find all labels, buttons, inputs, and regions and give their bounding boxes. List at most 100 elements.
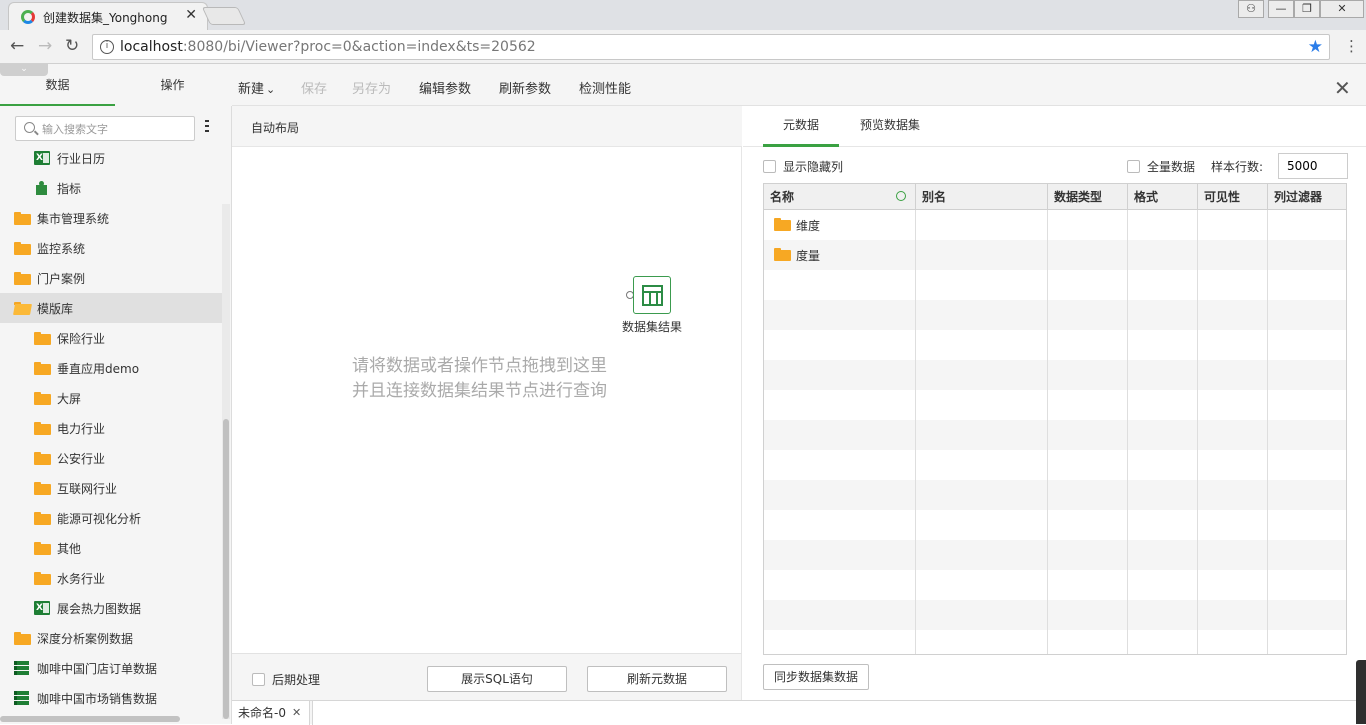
excel-icon: X	[34, 151, 50, 165]
tree-item[interactable]: 门户案例	[0, 263, 222, 293]
table-row[interactable]	[764, 480, 1346, 510]
column-header-alias[interactable]: 别名	[916, 184, 1048, 210]
column-header-filter[interactable]: 列过滤器	[1268, 184, 1346, 210]
tab-metadata[interactable]: 元数据	[763, 106, 839, 147]
browser-tab[interactable]: 创建数据集_Yonghong ✕	[8, 2, 208, 30]
left-panel: 数据 操作 ⌄ X行业日历指标集市管理系统监控系统门户案例模版库保险行业垂直应用…	[0, 64, 232, 724]
scrollbar-thumb[interactable]	[223, 419, 229, 719]
sync-dataset-button[interactable]: 同步数据集数据	[763, 664, 869, 690]
column-search-icon[interactable]	[896, 191, 906, 201]
table-row-folder[interactable]: 维度	[764, 210, 914, 240]
tree-item-label: 保险行业	[57, 332, 106, 346]
tree-item[interactable]: 垂直应用demo	[0, 353, 222, 383]
folder-icon	[34, 362, 51, 375]
tree-item[interactable]: 电力行业	[0, 413, 222, 443]
back-icon[interactable]: ←	[10, 36, 24, 56]
bookmark-star-icon[interactable]: ★	[1308, 37, 1323, 57]
table-row[interactable]	[764, 300, 1346, 330]
refresh-metadata-button[interactable]: 刷新元数据	[587, 666, 727, 692]
save-button[interactable]: 保存	[301, 78, 327, 97]
search-input[interactable]	[42, 120, 190, 138]
document-tab-close-icon[interactable]: ✕	[292, 701, 301, 725]
tree-item-label: 咖啡中国市场销售数据	[37, 692, 158, 706]
column-header-data-type[interactable]: 数据类型	[1048, 184, 1128, 210]
column-header-visibility[interactable]: 可见性	[1198, 184, 1268, 210]
tab-operations[interactable]: 操作	[115, 64, 230, 106]
new-button[interactable]: 新建 ⌄	[238, 78, 275, 97]
column-header-format[interactable]: 格式	[1128, 184, 1198, 210]
all-data-checkbox[interactable]	[1127, 160, 1140, 173]
left-vertical-scrollbar[interactable]	[222, 204, 230, 719]
excel-icon: X	[34, 601, 50, 615]
close-icon[interactable]: ✕	[1334, 76, 1351, 100]
address-bar[interactable]: i localhost:8080/bi/Viewer?proc=0&action…	[92, 34, 1330, 60]
new-tab-button[interactable]	[201, 7, 247, 25]
maximize-button[interactable]: ❐	[1294, 0, 1320, 18]
column-divider	[1197, 210, 1198, 654]
tree-item[interactable]: X 行业日历	[0, 143, 222, 173]
database-icon	[14, 691, 29, 705]
tree-item[interactable]: 水务行业	[0, 563, 222, 593]
dataset-result-node[interactable]	[633, 276, 671, 314]
post-process-label: 后期处理	[272, 673, 321, 687]
tree-item[interactable]: 大屏	[0, 383, 222, 413]
table-row[interactable]	[764, 540, 1346, 570]
canvas-hint-line-2: 并且连接数据集结果节点进行查询	[352, 381, 607, 401]
check-performance-button[interactable]: 检测性能	[579, 78, 631, 97]
table-row-label: 维度	[796, 219, 821, 233]
more-options-icon[interactable]	[205, 120, 209, 134]
folder-icon	[34, 332, 51, 345]
table-row[interactable]	[764, 420, 1346, 450]
tree-item[interactable]: 互联网行业	[0, 473, 222, 503]
profile-icon[interactable]: ⚇	[1238, 0, 1264, 18]
post-process-checkbox[interactable]	[252, 673, 265, 686]
save-as-button[interactable]: 另存为	[352, 78, 391, 97]
tree-item-label: 其他	[57, 542, 82, 556]
column-header-name[interactable]: 名称	[764, 184, 916, 210]
canvas-hint: 请将数据或者操作节点拖拽到这里 并且连接数据集结果节点进行查询	[352, 354, 607, 404]
table-row[interactable]	[764, 600, 1346, 630]
url-host: localhost	[120, 39, 183, 55]
tree-item-label: 门户案例	[37, 272, 86, 286]
tree-item[interactable]: 能源可视化分析	[0, 503, 222, 533]
tree-item[interactable]: 监控系统	[0, 233, 222, 263]
tab-close-icon[interactable]: ✕	[185, 7, 197, 23]
auto-layout-button[interactable]: 自动布局	[251, 119, 299, 136]
tree-item[interactable]: 咖啡中国门店订单数据	[0, 653, 222, 683]
sample-rows-input[interactable]	[1278, 153, 1348, 179]
minimize-button[interactable]: —	[1268, 0, 1294, 18]
site-info-icon[interactable]: i	[100, 40, 114, 54]
folder-icon	[14, 272, 31, 285]
reload-icon[interactable]: ↻	[65, 36, 79, 56]
show-sql-button[interactable]: 展示SQL语句	[427, 666, 567, 692]
side-gauge	[1356, 660, 1366, 724]
tree-item[interactable]: 深度分析案例数据	[0, 623, 222, 653]
puzzle-icon	[34, 181, 48, 195]
tree-item[interactable]: 公安行业	[0, 443, 222, 473]
tree-item[interactable]: 模版库	[0, 293, 222, 323]
tree-item[interactable]: 咖啡中国市场销售数据	[0, 683, 222, 713]
edit-params-button[interactable]: 编辑参数	[419, 78, 471, 97]
document-tab[interactable]: 未命名-0 ✕	[232, 701, 310, 725]
url-text[interactable]: localhost:8080/bi/Viewer?proc=0&action=i…	[120, 39, 536, 55]
tree-item[interactable]: 其他	[0, 533, 222, 563]
forward-icon[interactable]: →	[38, 36, 52, 56]
tree-item[interactable]: 保险行业	[0, 323, 222, 353]
show-hidden-columns-checkbox[interactable]	[763, 160, 776, 173]
tree-item-label: 咖啡中国门店订单数据	[37, 662, 158, 676]
table-row-folder[interactable]: 度量	[764, 240, 914, 270]
tree-item[interactable]: 指标	[0, 173, 222, 203]
window-close-button[interactable]: ✕	[1320, 0, 1364, 18]
table-row[interactable]	[764, 360, 1346, 390]
search-icon	[24, 122, 35, 133]
chevron-down-icon: ⌄	[266, 83, 276, 96]
tree-item[interactable]: 集市管理系统	[0, 203, 222, 233]
browser-menu-icon[interactable]: ⋮	[1344, 38, 1359, 54]
tab-preview-dataset[interactable]: 预览数据集	[853, 106, 927, 147]
tree-item[interactable]: X 展会热力图数据	[0, 593, 222, 623]
left-horizontal-scrollbar[interactable]	[0, 716, 180, 722]
refresh-params-button[interactable]: 刷新参数	[499, 78, 551, 97]
search-box	[15, 116, 195, 141]
tree-item-label: 深度分析案例数据	[37, 632, 134, 646]
collapse-chevron-icon[interactable]: ⌄	[0, 64, 48, 76]
